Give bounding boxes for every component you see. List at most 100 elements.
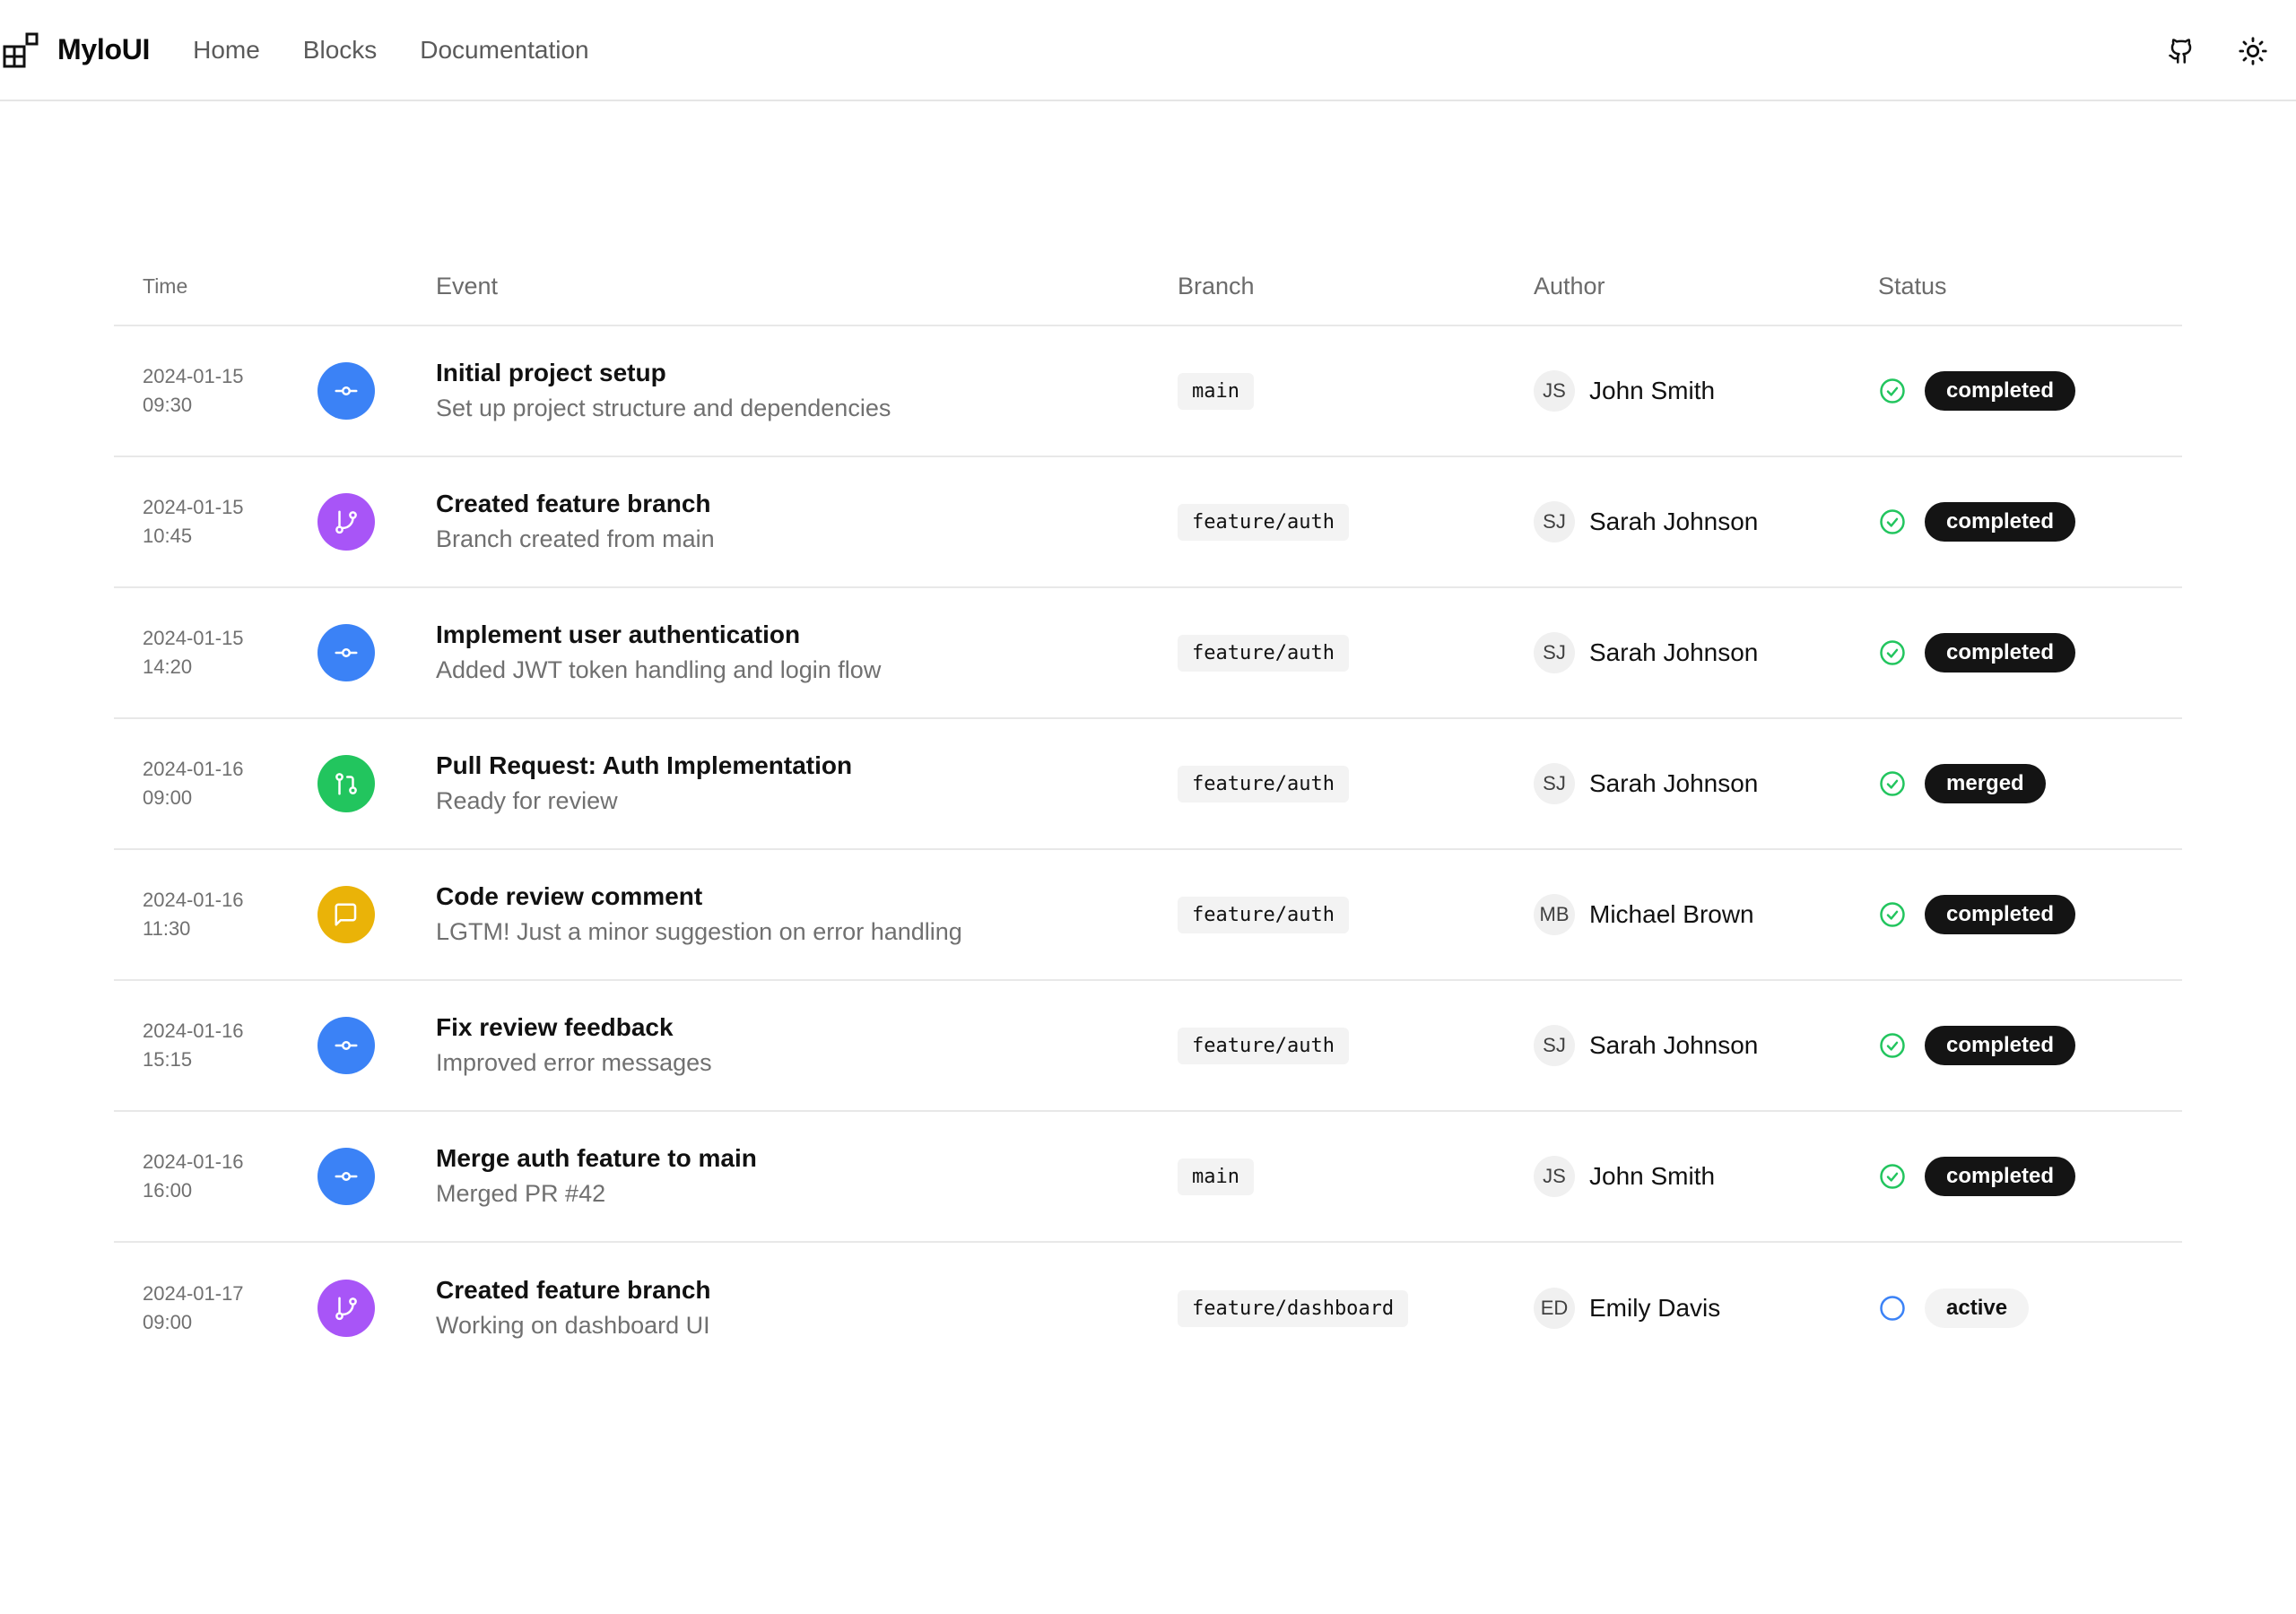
table-row[interactable]: 2024-01-16 09:00 Pull Request: Auth Implem… xyxy=(114,719,2182,850)
event-description: Branch created from main xyxy=(436,525,715,552)
status-cell: completed xyxy=(1878,895,2182,934)
comment-icon xyxy=(335,903,357,926)
event-title: Created feature branch xyxy=(436,490,711,517)
nav-home[interactable]: Home xyxy=(193,36,260,65)
author-name: Emily Davis xyxy=(1589,1294,1721,1322)
event-title: Initial project setup xyxy=(436,359,666,386)
author-name: Sarah Johnson xyxy=(1589,1031,1759,1059)
author-cell: SJ Sarah Johnson xyxy=(1534,763,1878,804)
branch-tag: feature/auth xyxy=(1178,634,1349,672)
event-description: Improved error messages xyxy=(436,1049,712,1076)
author-name: John Smith xyxy=(1589,377,1716,404)
table-row[interactable]: 2024-01-15 14:20 Implement user authentica… xyxy=(114,588,2182,719)
event-description: Set up project structure and dependencie… xyxy=(436,395,891,421)
table-row[interactable]: 2024-01-17 09:00 Created feature branch Wor… xyxy=(114,1243,2182,1374)
avatar: SJ xyxy=(1534,632,1575,673)
branch-cell: feature/auth xyxy=(1178,765,1534,803)
circle-icon xyxy=(1878,1294,1907,1323)
nav-blocks[interactable]: Blocks xyxy=(303,36,377,65)
event-date: 2024-01-16 xyxy=(143,889,244,911)
commit-icon xyxy=(335,1041,358,1050)
event-clock: 11:30 xyxy=(143,917,191,940)
check-circle-icon xyxy=(1878,1162,1907,1191)
pull-request-icon xyxy=(335,773,357,795)
check-circle-icon xyxy=(1878,638,1907,667)
github-icon xyxy=(2169,38,2192,64)
nav-documentation[interactable]: Documentation xyxy=(420,36,588,65)
status-badge: completed xyxy=(1925,502,2076,542)
avatar: ED xyxy=(1534,1288,1575,1329)
check-circle-icon xyxy=(1878,900,1907,929)
branch-cell: main xyxy=(1178,1158,1534,1195)
event-time: 2024-01-15 10:45 xyxy=(114,493,317,551)
event-title: Implement user authentication xyxy=(436,620,801,648)
branch-cell: feature/auth xyxy=(1178,503,1534,541)
event-type-badge xyxy=(317,755,375,812)
event-description: Merged PR #42 xyxy=(436,1180,606,1207)
timeline-table: Time Event Branch Author Status 2024-01-… xyxy=(114,247,2182,1374)
brand-name: MyloUI xyxy=(57,33,151,65)
status-badge: completed xyxy=(1925,371,2076,411)
commit-icon xyxy=(335,386,358,395)
avatar: MB xyxy=(1534,894,1575,935)
event-title: Merge auth feature to main xyxy=(436,1144,757,1172)
event-type-badge xyxy=(317,1280,375,1337)
table-row[interactable]: 2024-01-15 10:45 Created feature branch Bra… xyxy=(114,457,2182,588)
author-name: Sarah Johnson xyxy=(1589,508,1759,535)
github-button[interactable] xyxy=(2160,30,2203,73)
check-circle-icon xyxy=(1878,1031,1907,1060)
status-cell: active xyxy=(1878,1289,2182,1328)
table-row[interactable]: 2024-01-16 11:30 Code review comment LGTM! … xyxy=(114,850,2182,981)
author-name: Sarah Johnson xyxy=(1589,769,1759,797)
event-time: 2024-01-15 09:30 xyxy=(114,362,317,420)
commit-icon xyxy=(335,648,358,657)
avatar: JS xyxy=(1534,370,1575,412)
event-cell: Implement user authentication Added JWT t… xyxy=(436,618,1178,688)
event-time: 2024-01-16 15:15 xyxy=(114,1017,317,1074)
event-cell: Fix review feedback Improved error messag… xyxy=(436,1011,1178,1080)
event-cell: Pull Request: Auth Implementation Ready f… xyxy=(436,749,1178,819)
event-date: 2024-01-15 xyxy=(143,365,244,387)
event-cell: Initial project setup Set up project stru… xyxy=(436,356,1178,426)
event-title: Created feature branch xyxy=(436,1276,711,1304)
event-time: 2024-01-17 09:00 xyxy=(114,1280,317,1337)
event-clock: 09:00 xyxy=(143,786,193,809)
event-date: 2024-01-16 xyxy=(143,1150,244,1173)
branch-cell: feature/dashboard xyxy=(1178,1289,1534,1327)
branch-tag: feature/dashboard xyxy=(1178,1289,1409,1327)
author-cell: SJ Sarah Johnson xyxy=(1534,632,1878,673)
header-time: Time xyxy=(143,274,188,298)
status-cell: merged xyxy=(1878,764,2182,803)
status-cell: completed xyxy=(1878,1157,2182,1196)
event-type-badge xyxy=(317,624,375,681)
event-time: 2024-01-16 16:00 xyxy=(114,1148,317,1205)
table-row[interactable]: 2024-01-15 09:30 Initial project setup Set … xyxy=(114,326,2182,457)
event-date: 2024-01-16 xyxy=(143,758,244,780)
blocks-logo-icon xyxy=(3,32,39,67)
event-cell: Merge auth feature to main Merged PR #42 xyxy=(436,1141,1178,1211)
status-cell: completed xyxy=(1878,633,2182,672)
header-author: Author xyxy=(1534,272,1605,299)
author-cell: SJ Sarah Johnson xyxy=(1534,1025,1878,1066)
branch-icon xyxy=(335,510,357,534)
status-cell: completed xyxy=(1878,1026,2182,1065)
branch-cell: feature/auth xyxy=(1178,634,1534,672)
table-row[interactable]: 2024-01-16 15:15 Fix review feedback Improv… xyxy=(114,981,2182,1112)
event-type-badge xyxy=(317,362,375,420)
commit-icon xyxy=(335,1172,358,1181)
top-navbar: MyloUI Home Blocks Documentation xyxy=(0,0,2296,101)
table-row[interactable]: 2024-01-16 16:00 Merge auth feature to mai… xyxy=(114,1112,2182,1243)
avatar: JS xyxy=(1534,1156,1575,1197)
event-description: Added JWT token handling and login flow xyxy=(436,656,882,683)
author-cell: SJ Sarah Johnson xyxy=(1534,501,1878,542)
status-badge: merged xyxy=(1925,764,2046,803)
sun-icon xyxy=(2239,36,2267,65)
theme-toggle-button[interactable] xyxy=(2231,30,2274,73)
event-description: Ready for review xyxy=(436,787,618,814)
branch-cell: main xyxy=(1178,372,1534,410)
branch-cell: feature/auth xyxy=(1178,896,1534,933)
event-title: Fix review feedback xyxy=(436,1013,674,1041)
status-badge: active xyxy=(1925,1289,2030,1328)
brand[interactable]: MyloUI xyxy=(2,31,150,69)
author-name: Sarah Johnson xyxy=(1589,638,1759,666)
